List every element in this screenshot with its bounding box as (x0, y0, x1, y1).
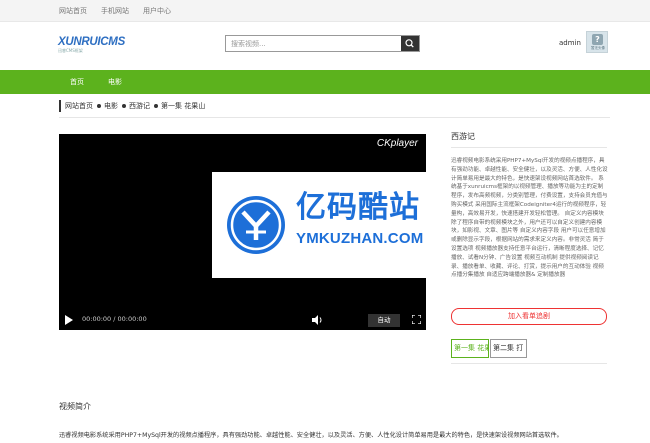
avatar-caption: 暂无头像 (591, 46, 605, 50)
volume-icon[interactable] (312, 315, 324, 325)
top-link-mobile[interactable]: 手机网站 (101, 6, 129, 16)
nav-item-home[interactable]: 首页 (70, 77, 84, 87)
breadcrumb-separator-icon (122, 104, 126, 108)
episode-list-divider (451, 363, 607, 364)
episode-2-button[interactable]: 第二集 打 (490, 339, 527, 358)
top-bar: 网站首页 手机网站 用户中心 (0, 0, 650, 22)
episode-1-button[interactable]: 第一集 花果山 (451, 339, 489, 358)
intro-title: 视频简介 (59, 402, 91, 411)
logo-text: XUNRUICMS (58, 36, 125, 48)
play-icon[interactable] (65, 315, 73, 325)
breadcrumb: 网站首页 电影 西游记 第一集 花果山 (59, 100, 205, 112)
watermark-title: 亿码酷站 (296, 190, 420, 225)
player-brand: CKplayer (376, 138, 418, 149)
fullscreen-icon[interactable] (412, 315, 421, 324)
series-title: 西游记 (451, 132, 475, 141)
quality-auto-button[interactable]: 自动 (368, 314, 400, 327)
top-links: 网站首页 手机网站 用户中心 (59, 6, 185, 16)
breadcrumb-series[interactable]: 西游记 (129, 101, 150, 111)
nav-item-movies[interactable]: 电影 (108, 77, 122, 87)
avatar-placeholder-icon: ? (592, 34, 603, 45)
search-button[interactable] (401, 36, 419, 51)
search-input[interactable] (226, 36, 402, 51)
header: XUNRUICMS 迅睿CMS框架 admin ? 暂无头像 (0, 22, 650, 68)
breadcrumb-divider (59, 117, 610, 118)
watermark-domain: YMKUZHAN.COM (296, 230, 424, 247)
player-time: 00:00:00 / 00:00:00 (82, 315, 147, 323)
logo-subtitle: 迅睿CMS框架 (58, 48, 83, 53)
breadcrumb-episode: 第一集 花果山 (161, 102, 206, 110)
top-link-user-center[interactable]: 用户中心 (143, 6, 171, 16)
breadcrumb-home[interactable]: 网站首页 (65, 101, 93, 111)
breadcrumb-separator-icon (154, 104, 158, 108)
avatar[interactable]: ? 暂无头像 (586, 31, 608, 53)
series-description: 迅睿视频电影系统采用PHP7+MySql开发的视频点播程序，具有强劲功能、卓越性… (451, 158, 608, 279)
main-nav: 首页 电影 (0, 70, 650, 94)
top-link-home[interactable]: 网站首页 (59, 6, 87, 16)
watermark-logo-icon (227, 196, 285, 254)
user-name[interactable]: admin (559, 39, 581, 47)
site-logo[interactable]: XUNRUICMS 迅睿CMS框架 (58, 36, 125, 54)
search-box (225, 35, 420, 52)
series-title-divider (451, 147, 607, 148)
breadcrumb-separator-icon (97, 104, 101, 108)
watermark-overlay: 亿码酷站 YMKUZHAN.COM (212, 172, 450, 278)
search-icon (405, 39, 414, 48)
intro-text: 迅睿视频电影系统采用PHP7+MySql开发的视频点播程序，具有强劲功能、卓越性… (59, 432, 563, 439)
breadcrumb-movies[interactable]: 电影 (104, 101, 118, 111)
add-to-watchlist-button[interactable]: 加入看单追剧 (451, 308, 607, 325)
